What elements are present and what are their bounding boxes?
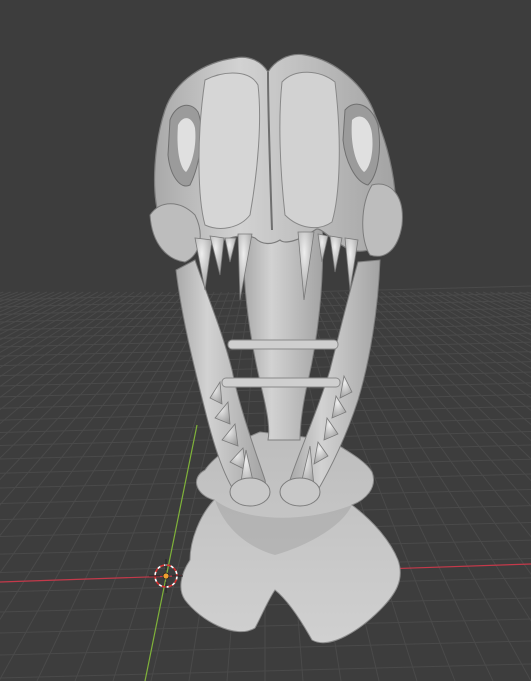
right-jaw-tip	[279, 477, 321, 507]
grid-line	[395, 291, 531, 388]
left-muzzle-plate	[198, 72, 261, 229]
grid-line	[431, 291, 531, 347]
grid-line	[0, 291, 164, 441]
grid-line	[439, 291, 531, 341]
grid-line	[0, 291, 11, 297]
left-cheek	[149, 203, 201, 263]
grid-line	[461, 291, 531, 326]
grid-line	[0, 291, 40, 309]
grid-line	[0, 291, 171, 459]
upper-crossbar	[227, 339, 339, 350]
right-cheek	[362, 183, 403, 257]
lower-crossbar	[221, 377, 341, 388]
grid-line	[519, 291, 531, 297]
3d-viewport[interactable]	[0, 0, 531, 681]
grid-line	[0, 291, 193, 537]
grid-line	[468, 291, 531, 321]
left-jaw-tip	[229, 477, 271, 507]
skull-mesh[interactable]	[149, 53, 403, 644]
grid-line	[446, 291, 531, 336]
viewport-scene[interactable]	[0, 0, 531, 681]
y-axis-line	[144, 424, 198, 681]
grid-line	[490, 291, 531, 310]
right-muzzle-plate	[279, 71, 340, 229]
grid-line	[0, 291, 157, 425]
grid-line	[410, 291, 531, 369]
grid-line	[0, 291, 215, 681]
